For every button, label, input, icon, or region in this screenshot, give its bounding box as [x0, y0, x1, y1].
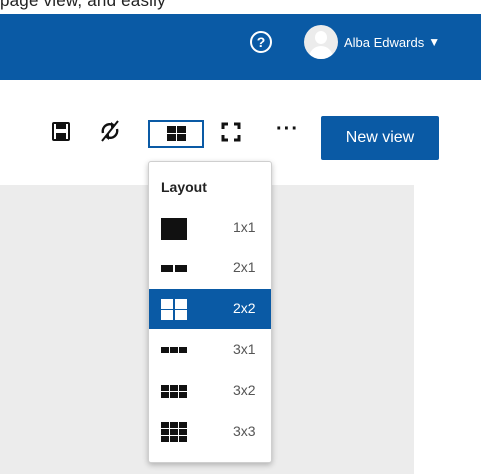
layout-option-1x1[interactable]: 1x1: [149, 208, 271, 248]
fullscreen-icon[interactable]: [221, 122, 241, 142]
layout-option-3x2[interactable]: 3x2: [149, 371, 271, 411]
view-toolbar: ··· New view: [0, 116, 481, 160]
app-header: ? Alba Edwards ▼: [0, 14, 481, 80]
layout-option-label: 2x2: [233, 300, 256, 316]
refresh-off-icon[interactable]: [97, 118, 123, 144]
layout-option-label: 3x3: [233, 423, 256, 439]
new-view-button[interactable]: New view: [321, 116, 439, 160]
avatar: [304, 25, 338, 59]
question-circle-icon: ?: [256, 34, 266, 50]
avatar-body: [309, 46, 333, 59]
avatar-head: [315, 31, 327, 44]
layout-option-label: 3x1: [233, 341, 256, 357]
user-menu-button[interactable]: Alba Edwards ▼: [304, 22, 440, 62]
layout-button[interactable]: [148, 120, 204, 148]
layout-3x2-icon: [161, 385, 187, 398]
layout-3x1-icon: [161, 347, 187, 353]
help-button[interactable]: ?: [250, 31, 272, 53]
layout-option-2x2[interactable]: 2x2: [149, 289, 271, 329]
layout-2x1-icon: [161, 265, 187, 272]
layout-dropdown: Layout 1x1 2x1 2x2 3x1 3x2 3x3: [148, 161, 272, 463]
user-name: Alba Edwards: [344, 34, 425, 50]
grid-2x2-icon: [167, 126, 186, 142]
layout-1x1-icon: [161, 218, 187, 240]
layout-option-3x3[interactable]: 3x3: [149, 412, 271, 452]
layout-option-label: 3x2: [233, 382, 256, 398]
layout-option-2x1[interactable]: 2x1: [149, 248, 271, 288]
layout-option-label: 2x1: [233, 259, 256, 275]
clipped-page-text: page view, and easily: [0, 0, 166, 10]
layout-option-3x1[interactable]: 3x1: [149, 330, 271, 370]
layout-menu-title: Layout: [161, 179, 207, 195]
layout-3x3-icon: [161, 422, 187, 442]
caret-down-icon: ▼: [428, 35, 441, 49]
save-icon[interactable]: [52, 122, 70, 141]
layout-option-label: 1x1: [233, 219, 256, 235]
layout-2x2-icon: [161, 299, 187, 320]
top-strip: page view, and easily: [0, 0, 481, 14]
more-options-button[interactable]: ···: [276, 118, 299, 141]
